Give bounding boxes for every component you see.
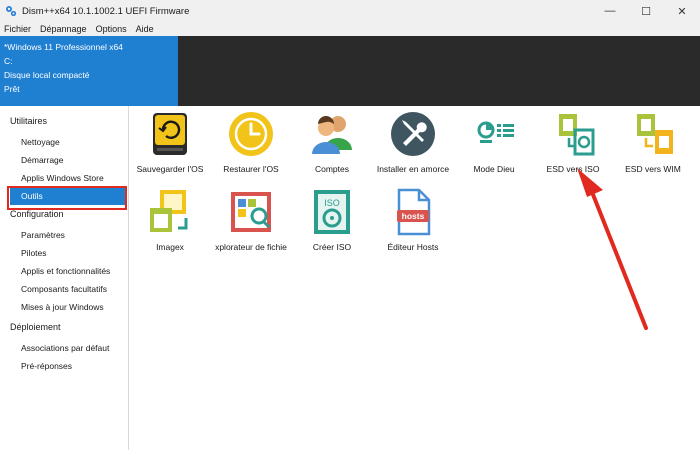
minimize-button[interactable]: — <box>592 0 628 22</box>
status-text: Prêt <box>4 84 20 94</box>
disk-description: Disque local compacté <box>4 70 90 80</box>
annotation-arrow <box>577 168 648 330</box>
os-name: *Windows 11 Professionnel x64 <box>4 42 123 52</box>
close-button[interactable]: ✕ <box>664 0 700 22</box>
sidebar-item-pre-reponses[interactable]: Pré-réponses <box>0 357 128 375</box>
menu-fichier[interactable]: Fichier <box>4 24 31 34</box>
menu-bar: Fichier Dépannage Options Aide <box>0 22 700 36</box>
sidebar: Utilitaires Nettoyage Démarrage Applis W… <box>0 106 129 450</box>
sidebar-item-pilotes[interactable]: Pilotes <box>0 244 128 262</box>
session-info-panel[interactable]: *Windows 11 Professionnel x64 C: Disque … <box>0 36 178 106</box>
drive-letter: C: <box>4 56 13 66</box>
app-gear-icon <box>6 6 17 17</box>
annotation-highlight-box <box>7 186 127 210</box>
maximize-button[interactable]: ☐ <box>628 0 664 22</box>
tools-panel: Sauvegarder l'OS Restaurer l'OS Comptes … <box>130 106 700 450</box>
sidebar-item-nettoyage[interactable]: Nettoyage <box>0 133 128 151</box>
sidebar-item-applis-fonctionnalites[interactable]: Applis et fonctionnalités <box>0 262 128 280</box>
sidebar-item-mises-a-jour[interactable]: Mises à jour Windows <box>0 298 128 316</box>
sidebar-item-demarrage[interactable]: Démarrage <box>0 151 128 169</box>
menu-options[interactable]: Options <box>96 24 127 34</box>
sidebar-group-deploiement: Déploiement <box>10 322 61 332</box>
session-list-area <box>178 36 700 106</box>
title-bar: Dism++x64 10.1.1002.1 UEFI Firmware — ☐ … <box>0 0 700 22</box>
sidebar-group-utilitaires: Utilitaires <box>10 116 48 126</box>
sidebar-item-composants[interactable]: Composants facultatifs <box>0 280 128 298</box>
sidebar-item-applis-store[interactable]: Applis Windows Store <box>0 169 128 187</box>
sidebar-item-associations[interactable]: Associations par défaut <box>0 339 128 357</box>
window-title: Dism++x64 10.1.1002.1 UEFI Firmware <box>22 5 190 17</box>
sidebar-item-parametres[interactable]: Paramètres <box>0 226 128 244</box>
menu-depannage[interactable]: Dépannage <box>40 24 87 34</box>
menu-aide[interactable]: Aide <box>136 24 154 34</box>
